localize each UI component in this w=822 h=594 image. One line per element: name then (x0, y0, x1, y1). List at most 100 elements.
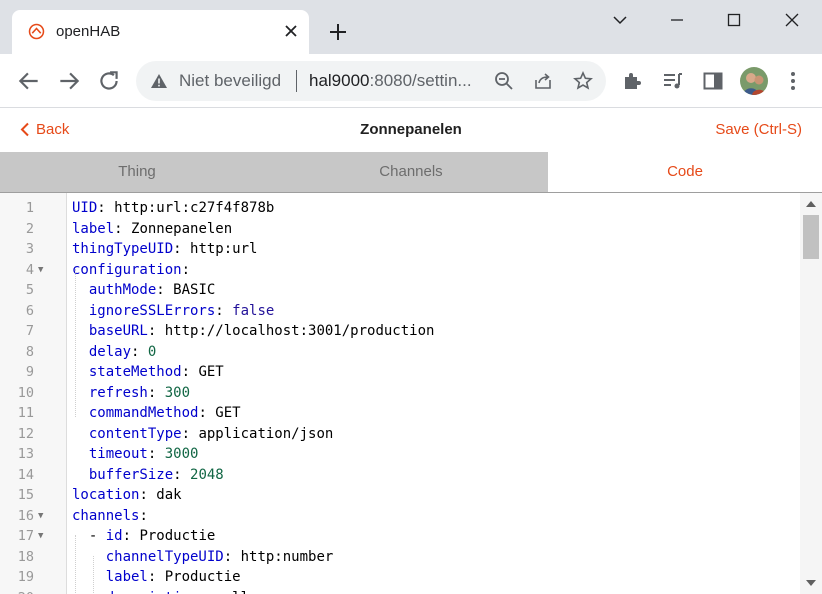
tab-code[interactable]: Code (548, 152, 822, 192)
code-line[interactable]: 14 bufferSize: 2048 (0, 465, 800, 486)
line-number: 19 (17, 569, 34, 585)
scrollbar-thumb[interactable] (803, 215, 819, 259)
fold-toggle-icon[interactable]: ▼ (38, 260, 43, 281)
yaml-value: BASIC (173, 282, 216, 298)
yaml-colon: : (147, 384, 165, 401)
yaml-colon: : (173, 241, 191, 257)
yaml-key: commandMethod (88, 405, 199, 421)
tab-channels[interactable]: Channels (274, 152, 548, 192)
openhab-icon (28, 23, 45, 40)
code-line[interactable]: 18 channelTypeUID: http:number (0, 547, 800, 568)
share-icon[interactable] (533, 71, 553, 91)
puzzle-icon[interactable] (621, 69, 645, 93)
yaml-value: Productie (164, 569, 241, 585)
zoom-out-icon[interactable] (494, 71, 514, 91)
arrow-right-icon[interactable] (56, 68, 82, 94)
reload-icon[interactable] (96, 68, 122, 94)
yaml-key: channelTypeUID (105, 548, 224, 565)
security-label[interactable]: Niet beveiligd (179, 71, 281, 91)
code-text: baseURL: http://localhost:3001/productio… (72, 321, 435, 342)
editor-scrollbar[interactable] (800, 193, 822, 594)
star-icon[interactable] (573, 71, 593, 91)
line-number: 15 (17, 487, 34, 503)
code-line[interactable]: 16 ▼ channels: (0, 506, 800, 527)
code-line[interactable]: 1 UID: http:url:c27f4f878b (0, 198, 800, 219)
arrow-left-icon[interactable] (16, 68, 42, 94)
code-line[interactable]: 3 thingTypeUID: http:url (0, 239, 800, 260)
yaml-key: ignoreSSLErrors (88, 302, 216, 319)
code-text: authMode: BASIC (72, 280, 215, 301)
code-line[interactable]: 9 stateMethod: GET (0, 362, 800, 383)
fold-toggle-icon[interactable]: ▼ (38, 526, 43, 547)
yaml-colon: : (215, 302, 233, 319)
code-text: contentType: application/json (72, 424, 333, 445)
code-line[interactable]: 2 label: Zonnepanelen (0, 219, 800, 240)
chevron-down-icon[interactable] (604, 8, 636, 32)
code-line[interactable]: 17 ▼ - id: Productie (0, 526, 800, 547)
side-panel-icon[interactable] (701, 69, 725, 93)
code-line[interactable]: 11 commandMethod: GET (0, 403, 800, 424)
line-number: 1 (25, 200, 34, 216)
yaml-key: authMode (88, 282, 157, 298)
avatar[interactable] (740, 67, 768, 95)
line-number: 8 (25, 343, 34, 360)
code-text: - id: Productie (72, 526, 215, 547)
page-title: Zonnepanelen (360, 121, 462, 138)
yaml-value: GET (198, 364, 224, 380)
code-line[interactable]: 13 timeout: 3000 (0, 444, 800, 465)
code-line[interactable]: 4 ▼ configuration: (0, 260, 800, 281)
indent-guide (75, 535, 76, 594)
back-label: Back (36, 121, 70, 138)
yaml-key: location (72, 487, 140, 503)
yaml-value: 2048 (190, 466, 224, 483)
plus-icon[interactable] (326, 20, 350, 44)
save-button[interactable]: Save (Ctrl-S) (715, 121, 802, 138)
line-number: 17 (17, 528, 34, 544)
close-icon[interactable] (776, 8, 808, 32)
tab-bar: Thing Channels Code (0, 152, 822, 193)
line-number: 12 (17, 425, 34, 442)
url-text[interactable]: hal9000:8080/settin... (309, 71, 472, 91)
yaml-colon: : (181, 364, 199, 380)
code-line[interactable]: 20 description: null (0, 588, 800, 594)
code-text: channels: (72, 506, 156, 527)
browser-tab-strip: openHAB (0, 0, 822, 54)
tab-title: openHAB (56, 23, 121, 40)
browser-tab[interactable]: openHAB (12, 10, 309, 54)
code-line[interactable]: 19 label: Productie (0, 567, 800, 588)
yaml-value: http:url (190, 241, 258, 257)
yaml-colon: : (223, 548, 241, 565)
scroll-down-icon[interactable] (805, 578, 817, 588)
code-editor[interactable]: 1 UID: http:url:c27f4f878b 2 label: Zonnepa… (0, 193, 822, 594)
yaml-colon: : (97, 200, 115, 216)
yaml-key: baseURL (88, 323, 148, 339)
tab-thing[interactable]: Thing (0, 152, 274, 192)
back-button[interactable]: Back (20, 121, 69, 138)
yaml-colon: : (198, 405, 216, 421)
scroll-up-icon[interactable] (805, 199, 817, 209)
code-line[interactable]: 5 authMode: BASIC (0, 280, 800, 301)
warning-icon[interactable] (150, 73, 168, 89)
code-line[interactable]: 15 location: dak (0, 485, 800, 506)
profile-photo (740, 67, 768, 95)
address-bar[interactable]: Niet beveiligd hal9000:8080/settin... (136, 61, 606, 101)
yaml-key: id (105, 528, 123, 544)
minimize-icon[interactable] (661, 8, 693, 32)
playlist-icon[interactable] (661, 69, 685, 93)
maximize-icon[interactable] (718, 8, 750, 32)
code-line[interactable]: 7 baseURL: http://localhost:3001/product… (0, 321, 800, 342)
yaml-colon: : (198, 590, 215, 594)
code-line[interactable]: 8 delay: 0 (0, 342, 800, 363)
code-line[interactable]: 6 ignoreSSLErrors: false (0, 301, 800, 322)
close-icon[interactable] (282, 22, 300, 40)
code-line[interactable]: 12 contentType: application/json (0, 424, 800, 445)
code-text: UID: http:url:c27f4f878b (72, 198, 274, 219)
fold-toggle-icon[interactable]: ▼ (38, 506, 43, 527)
indent: - (72, 528, 106, 544)
code-line[interactable]: 10 refresh: 300 (0, 383, 800, 404)
url-host: hal9000 (309, 71, 370, 90)
code-text: stateMethod: GET (72, 362, 224, 383)
code-text: delay: 0 (72, 342, 156, 363)
yaml-value: http:number (240, 548, 334, 565)
kebab-menu-icon[interactable] (781, 69, 805, 93)
